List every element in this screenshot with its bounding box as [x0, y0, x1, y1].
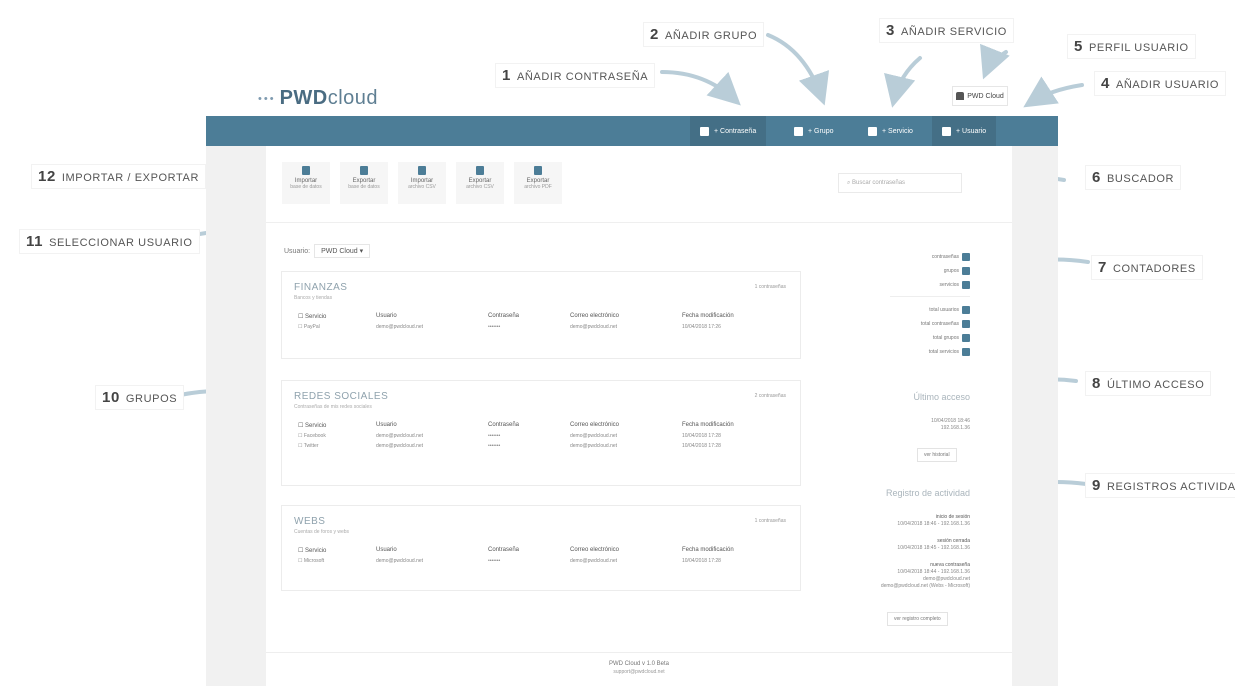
callout-8: 8 ÚLTIMO ACCESO	[1086, 372, 1211, 395]
left-gutter	[206, 146, 266, 686]
user-plus-icon	[942, 126, 951, 136]
table-header: ☐ Servicio Usuario Contraseña Correo electr…	[298, 313, 734, 320]
table-header: ☐ Servicio Usuario Contraseña Correo electr…	[298, 547, 734, 554]
callout-11: 11 SELECCIONAR USUARIO	[20, 230, 199, 253]
counter-services: servicios	[860, 278, 970, 292]
callout-2: 2 AÑADIR GRUPO	[644, 23, 764, 46]
counter-total-services: total servicios	[860, 345, 970, 359]
group-card-redes-sociales: REDES SOCIALES Contraseñas de mis redes …	[282, 381, 800, 485]
counter-badge	[962, 320, 970, 328]
group-count: 1 contraseñas	[754, 284, 786, 290]
search-input[interactable]: ⌕ Buscar contraseñas	[838, 173, 962, 193]
counters-divider	[890, 296, 970, 297]
add-service-button[interactable]: + Servicio	[858, 116, 923, 146]
group-description: Contraseñas de mis redes sociales	[294, 404, 372, 410]
counter-badge	[962, 348, 970, 356]
lock-icon	[700, 126, 709, 136]
file-pdf-icon	[534, 166, 542, 175]
counter-badge	[962, 306, 970, 314]
callout-6: 6 BUSCADOR	[1086, 166, 1181, 189]
import-csv-button[interactable]: Importar archivo CSV	[398, 162, 446, 204]
callout-1: 1 AÑADIR CONTRASEÑA	[496, 64, 655, 87]
callout-9: 9 REGISTROS ACTIVIDAD	[1086, 474, 1235, 497]
group-count: 1 contraseñas	[754, 518, 786, 524]
group-description: Bancos y tiendas	[294, 295, 333, 301]
external-link-icon	[868, 126, 877, 136]
callout-4: 4 AÑADIR USUARIO	[1095, 72, 1226, 95]
right-gutter	[1012, 146, 1058, 686]
counter-groups: grupos	[860, 264, 970, 278]
group-description: Cuentas de foros y webs	[294, 529, 350, 535]
folder-icon	[794, 126, 803, 136]
page-footer: PWD Cloud v 1.0 Beta support@pwdcloud.ne…	[266, 652, 1012, 686]
table-row[interactable]: ☐ PayPal demo@pwdcloud.net ••••••• demo@pwd…	[294, 324, 788, 330]
activity-entry: sesión cerrada 10/04/2018 18:45 - 192.168…	[897, 538, 970, 551]
callout-12: 12 IMPORTAR / EXPORTAR	[32, 165, 205, 188]
activity-entry: inicio de sesión 10/04/2018 18:46 - 192.1…	[897, 514, 970, 527]
user-selector: Usuario: PWD Cloud ▾	[284, 244, 371, 258]
database-icon	[302, 166, 310, 175]
view-full-log-button[interactable]: ver registro completo	[887, 612, 948, 626]
file-csv-icon	[418, 166, 426, 175]
activity-log-title: Registro de actividad	[885, 488, 970, 498]
group-name[interactable]: WEBS	[294, 516, 788, 527]
view-history-button[interactable]: ver historial	[917, 448, 957, 462]
add-password-button[interactable]: + Contraseña	[690, 116, 767, 146]
callout-5: 5 PERFIL USUARIO	[1068, 35, 1195, 58]
counters-panel: contraseñas grupos servicios total usuar…	[860, 250, 970, 359]
counter-badge	[962, 267, 970, 275]
group-card-webs: WEBS Cuentas de foros y webs 1 contraseñ…	[282, 506, 800, 590]
table-row[interactable]: ☐ Twitter demo@pwdcloud.net ••••••• demo@pw…	[294, 443, 788, 449]
user-icon	[956, 92, 965, 100]
group-count: 2 contraseñas	[754, 393, 786, 399]
last-access-info: 10/04/2018 18:46 192.168.1.36	[931, 418, 970, 431]
group-name[interactable]: REDES SOCIALES	[294, 391, 788, 402]
table-row[interactable]: ☐ Microsoft demo@pwdcloud.net ••••••• demo@…	[294, 558, 788, 564]
counter-total-users: total usuarios	[860, 303, 970, 317]
group-card-finanzas: FINANZAS Bancos y tiendas 1 contraseñas …	[282, 272, 800, 358]
user-select-dropdown[interactable]: PWD Cloud ▾	[314, 244, 371, 258]
callout-10: 10 GRUPOS	[96, 386, 184, 409]
export-pdf-button[interactable]: Exportar archivo PDF	[514, 162, 562, 204]
counter-total-passwords: total contraseñas	[860, 317, 970, 331]
activity-entry: nueva contraseña 10/04/2018 18:44 - 192.1…	[880, 562, 970, 589]
table-header: ☐ Servicio Usuario Contraseña Correo electr…	[298, 422, 734, 429]
import-db-button[interactable]: Importar base de datos	[282, 162, 330, 204]
import-export-toolbar: Importar base de datos Exportar base de da…	[282, 162, 562, 204]
add-group-button[interactable]: + Grupo	[784, 116, 844, 146]
user-profile-name: PWD Cloud	[967, 92, 1004, 100]
add-user-button[interactable]: + Usuario	[932, 116, 997, 146]
group-name[interactable]: FINANZAS	[294, 282, 788, 293]
counter-badge	[962, 281, 970, 289]
database-icon	[360, 166, 368, 175]
app-logo[interactable]: ••• PWDcloud	[258, 87, 378, 110]
counter-passwords: contraseñas	[860, 250, 970, 264]
callout-3: 3 AÑADIR SERVICIO	[880, 19, 1013, 42]
counter-badge	[962, 253, 970, 261]
top-toolbar: + Contraseña + Grupo + Servicio + Usuari…	[206, 116, 1058, 146]
last-access-title: Último acceso	[913, 392, 970, 402]
callout-7: 7 CONTADORES	[1092, 256, 1202, 279]
table-row[interactable]: ☐ Facebook demo@pwdcloud.net ••••••• demo@p…	[294, 433, 788, 439]
file-csv-icon	[476, 166, 484, 175]
counter-badge	[962, 334, 970, 342]
export-db-button[interactable]: Exportar base de datos	[340, 162, 388, 204]
divider	[266, 222, 1012, 223]
counter-total-groups: total grupos	[860, 331, 970, 345]
user-profile-button[interactable]: PWD Cloud	[952, 86, 1008, 106]
export-csv-button[interactable]: Exportar archivo CSV	[456, 162, 504, 204]
